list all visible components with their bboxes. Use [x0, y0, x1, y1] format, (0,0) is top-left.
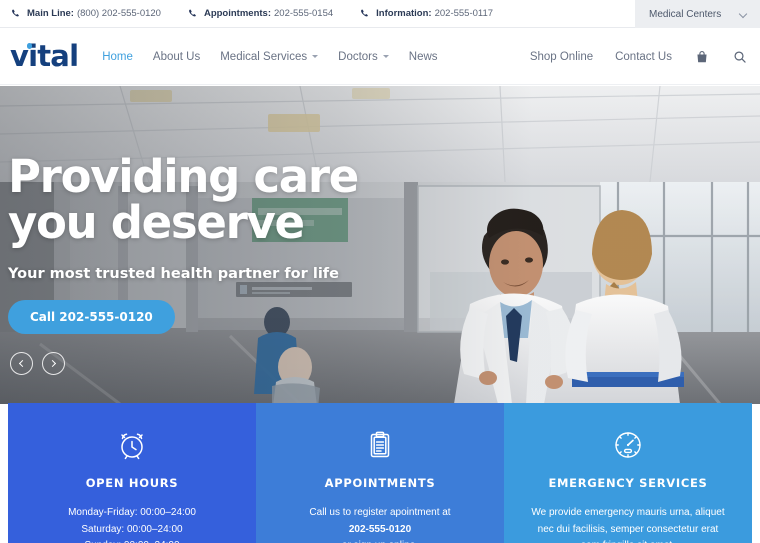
card-body: Monday-Friday: 00:00–24:00 Saturday: 00:… — [22, 505, 242, 543]
nav-item-label: News — [408, 50, 438, 63]
nav-right-group: Shop Online Contact Us — [508, 49, 748, 65]
nav-item-contact-us[interactable]: Contact Us — [615, 51, 672, 63]
alarm-clock-icon — [22, 427, 242, 463]
card-line: Saturday: 00:00–24:00 — [81, 523, 183, 535]
main-navbar: vital Home About Us Medical Services Doc… — [0, 29, 760, 85]
nav-item-label: Shop Online — [529, 50, 594, 63]
contact-number: 202-555-0154 — [274, 8, 334, 19]
clipboard-icon — [270, 427, 490, 463]
hero-subtitle: Your most trusted health partner for lif… — [8, 265, 339, 282]
card-title: APPOINTMENTS — [324, 476, 436, 490]
card-title: OPEN HOURS — [85, 476, 179, 490]
nav-item-label: Contact Us — [615, 50, 672, 63]
nav-links: Home About Us Medical Services Doctors N… — [102, 51, 457, 63]
card-line: Call us to register apointment at — [309, 507, 451, 518]
contact-label: Information: — [376, 8, 432, 19]
nav-item-doctors[interactable]: Doctors — [338, 51, 389, 63]
gauge-icon — [518, 427, 738, 463]
contact-number: (800) 202-555-0120 — [76, 8, 161, 19]
contact-number: 202-555-0117 — [434, 8, 494, 19]
card-line: sem fringilla sit amet. — [518, 538, 738, 543]
contact-appointments[interactable]: Appointments: 202-555-0154 — [187, 8, 333, 19]
shopping-bag-icon[interactable] — [694, 49, 710, 65]
card-body: Call us to register apointment at 202-55… — [270, 505, 490, 543]
info-cards: OPEN HOURS Monday-Friday: 00:00–24:00 Sa… — [8, 403, 752, 543]
nav-item-shop-online[interactable]: Shop Online — [530, 51, 593, 63]
page-root: Main Line: (800) 202-555-0120 Appointmen… — [0, 0, 760, 543]
contact-label: Main Line: — [27, 8, 74, 19]
nav-item-label: Home — [102, 50, 133, 63]
nav-item-home[interactable]: Home — [102, 51, 133, 63]
top-contact-bar: Main Line: (800) 202-555-0120 Appointmen… — [0, 0, 760, 28]
carousel-next-button[interactable] — [42, 352, 65, 375]
chevron-down-icon — [312, 55, 319, 58]
hero-title-line-1: Providing care — [8, 150, 359, 203]
card-line: Monday-Friday: 00:00–24:00 — [68, 507, 196, 518]
carousel-controls — [10, 352, 74, 375]
contact-main-line[interactable]: Main Line: (800) 202-555-0120 — [10, 8, 161, 19]
phone-icon — [10, 8, 21, 19]
card-line: nec dui facilisis, semper consectetur er… — [537, 523, 719, 535]
logo-text: vital — [10, 39, 79, 73]
hero-title-line-2: you deserve — [8, 196, 305, 250]
card-title: EMERGENCY SERVICES — [548, 476, 708, 490]
contact-label: Appointments: — [203, 8, 271, 19]
hero-title: Providing care you deserve — [8, 150, 448, 250]
contact-information[interactable]: Information: 202-555-0117 — [359, 8, 493, 19]
card-open-hours[interactable]: OPEN HOURS Monday-Friday: 00:00–24:00 Sa… — [8, 403, 256, 543]
card-appointments[interactable]: APPOINTMENTS Call us to register apointm… — [256, 403, 504, 543]
chevron-down-icon — [382, 55, 389, 58]
nav-item-label: About Us — [152, 50, 201, 63]
card-line: Sunday: 00:00–24:00 — [22, 538, 242, 543]
contact-list: Main Line: (800) 202-555-0120 Appointmen… — [0, 8, 519, 19]
card-line: We provide emergency mauris urna, alique… — [531, 507, 725, 518]
logo-dot-icon — [26, 43, 32, 49]
nav-item-label: Doctors — [338, 50, 378, 63]
card-emergency-services[interactable]: EMERGENCY SERVICES We provide emergency … — [504, 403, 752, 543]
medical-centers-dropdown[interactable]: Medical Centers — [635, 0, 760, 28]
chevron-right-icon — [48, 359, 57, 368]
site-logo[interactable]: vital — [10, 39, 79, 73]
nav-item-label: Medical Services — [220, 50, 308, 63]
nav-item-medical-services[interactable]: Medical Services — [220, 50, 319, 63]
hero-content: Providing care you deserve Your most tru… — [8, 150, 448, 334]
phone-icon — [359, 8, 370, 19]
phone-icon — [187, 8, 198, 19]
hero-carousel: Providing care you deserve Your most tru… — [0, 86, 760, 404]
card-line: or sign up online. — [270, 538, 490, 543]
carousel-prev-button[interactable] — [10, 352, 33, 375]
card-line-phone[interactable]: 202-555-0120 — [270, 522, 490, 539]
card-body: We provide emergency mauris urna, alique… — [518, 505, 738, 543]
search-icon[interactable] — [732, 49, 748, 65]
nav-item-news[interactable]: News — [409, 51, 438, 63]
chevron-down-icon — [740, 10, 748, 18]
chevron-left-icon — [18, 359, 27, 368]
nav-item-about-us[interactable]: About Us — [153, 51, 200, 63]
medical-centers-label: Medical Centers — [649, 8, 722, 20]
hero-call-button[interactable]: Call 202-555-0120 — [8, 299, 175, 334]
